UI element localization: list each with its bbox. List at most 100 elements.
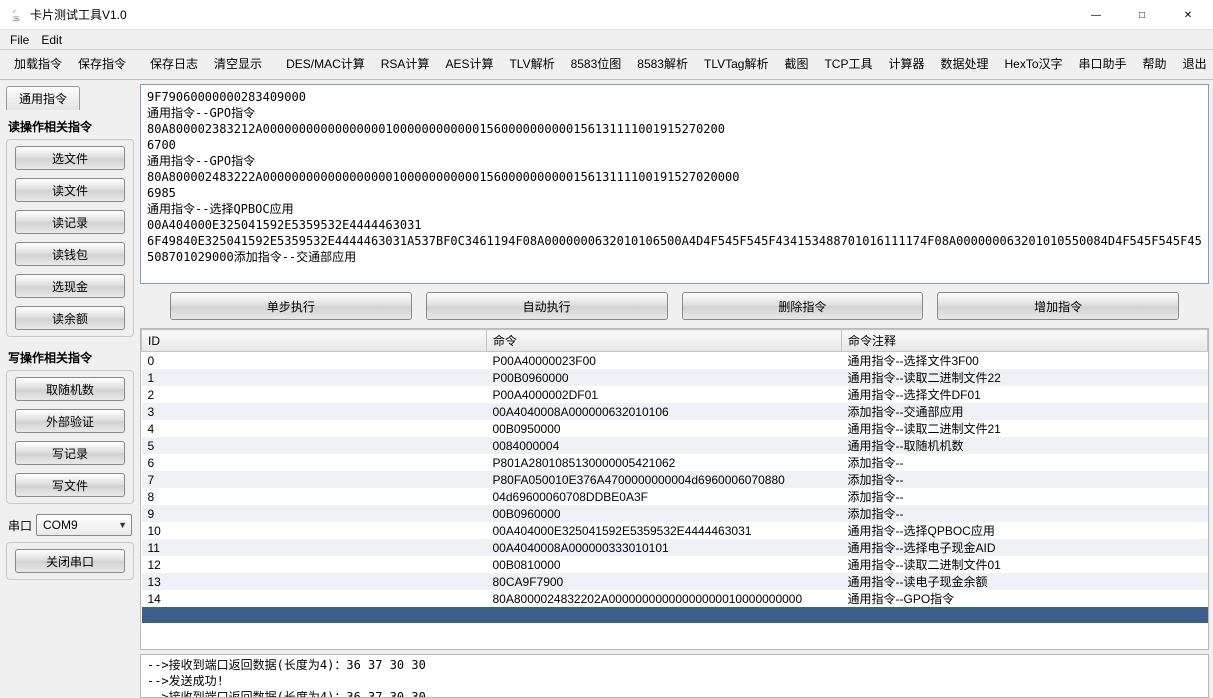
table-row[interactable]: 7P80FA050010E376A4700000000004d696000607… [142,471,1208,488]
cell-cmd: 80CA9F7900 [487,573,842,590]
tb-exit[interactable]: 退出 [1175,52,1213,75]
cell-note: 添加指令--交通部应用 [842,403,1208,420]
cell-cmd: P80FA050010E376A4700000000004d6960006070… [487,471,842,488]
tb-tcp[interactable]: TCP工具 [816,52,880,75]
th-id[interactable]: ID [142,330,487,352]
io-log[interactable]: -->接收到端口返回数据(长度为4)：36 37 30 30 -->发送成功! … [140,654,1209,698]
cell-cmd: P801A2801085130000005421062 [487,454,842,471]
tb-hexhan[interactable]: HexTo汉字 [997,52,1071,75]
window-controls: — □ ✕ [1073,0,1211,29]
table-row[interactable]: 1P00B0960000通用指令--读取二进制文件22 [142,369,1208,386]
cell-id: 10 [142,522,487,539]
table-row[interactable]: 1200B0810000通用指令--读取二进制文件01 [142,556,1208,573]
btn-write-record[interactable]: 写记录 [15,441,125,465]
read-group: 选文件 读文件 读记录 读钱包 选现金 读余额 [6,139,134,337]
cell-note: 通用指令--取随机机数 [842,437,1208,454]
window-title: 卡片测试工具V1.0 [30,6,1073,23]
tb-clear[interactable]: 清空显示 [206,52,270,75]
tb-save[interactable]: 保存指令 [70,52,134,75]
cell-cmd: P00A4000002DF01 [487,386,842,403]
tb-bitmap[interactable]: 8583位图 [563,52,630,75]
tab-common-cmd[interactable]: 通用指令 [6,86,80,110]
tb-shot[interactable]: 截图 [776,52,816,75]
log-textarea[interactable]: 9F79060000000283409000 通用指令--GPO指令 80A80… [140,84,1209,284]
port-combo[interactable]: COM9 ▼ [36,514,132,536]
btn-add[interactable]: 增加指令 [937,292,1179,320]
cell-cmd: 0084000004 [487,437,842,454]
cell-id: 0 [142,352,487,370]
cell-cmd: 00B0810000 [487,556,842,573]
th-cmd[interactable]: 命令 [487,330,842,352]
btn-select-file[interactable]: 选文件 [15,146,125,170]
cell-cmd: 00B0950000 [487,420,842,437]
tb-rsa[interactable]: RSA计算 [373,52,438,75]
tb-tlvtag[interactable]: TLVTag解析 [696,52,776,75]
right-column: 9F79060000000283409000 通用指令--GPO指令 80A80… [140,80,1213,698]
table-row[interactable]: 6P801A2801085130000005421062添加指令-- [142,454,1208,471]
cell-note: 通用指令--选择电子现金AID [842,539,1208,556]
btn-delete[interactable]: 删除指令 [682,292,924,320]
cell-id: 4 [142,420,487,437]
write-group: 取随机数 外部验证 写记录 写文件 [6,370,134,504]
th-note[interactable]: 命令注释 [842,330,1208,352]
cell-note: 通用指令--选择文件DF01 [842,386,1208,403]
port-close-group: 关闭串口 [6,542,134,580]
tb-aes[interactable]: AES计算 [437,52,501,75]
toolbar: 加载指令 保存指令 保存日志 清空显示 DES/MAC计算 RSA计算 AES计… [0,50,1213,80]
tb-desmac[interactable]: DES/MAC计算 [278,52,373,75]
table-row[interactable]: 1000A404000E325041592E5359532E4444463031… [142,522,1208,539]
table-row[interactable]: 50084000004通用指令--取随机机数 [142,437,1208,454]
cell-note: 添加指令-- [842,488,1208,505]
tb-calc[interactable]: 计算器 [880,52,932,75]
command-table[interactable]: ID 命令 命令注释 0P00A40000023F00通用指令--选择文件3F0… [140,328,1209,650]
cell-id: 3 [142,403,487,420]
tb-serial[interactable]: 串口助手 [1071,52,1135,75]
tb-dataproc[interactable]: 数据处理 [933,52,997,75]
tb-8583[interactable]: 8583解析 [629,52,696,75]
cell-note: 通用指令--读取二进制文件21 [842,420,1208,437]
minimize-button[interactable]: — [1073,0,1119,30]
tb-savelog[interactable]: 保存日志 [142,52,206,75]
table-row[interactable]: 900B0960000添加指令-- [142,505,1208,522]
btn-read-wallet[interactable]: 读钱包 [15,242,125,266]
btn-select-cash[interactable]: 选现金 [15,274,125,298]
table-row-selected[interactable] [142,607,1208,623]
btn-ext-auth[interactable]: 外部验证 [15,409,125,433]
btn-auto[interactable]: 自动执行 [426,292,668,320]
table-row[interactable]: 804d69600060708DDBE0A3F添加指令-- [142,488,1208,505]
table-row[interactable]: 1480A8000024832202A000000000000000000100… [142,590,1208,607]
table-row[interactable]: 1100A4040008A000000333010101通用指令--选择电子现金… [142,539,1208,556]
btn-read-balance[interactable]: 读余额 [15,306,125,330]
menu-file[interactable]: File [4,33,35,47]
btn-read-file[interactable]: 读文件 [15,178,125,202]
maximize-button[interactable]: □ [1119,0,1165,30]
btn-random[interactable]: 取随机数 [15,377,125,401]
cell-id: 7 [142,471,487,488]
table-row[interactable]: 400B0950000通用指令--读取二进制文件21 [142,420,1208,437]
tb-help[interactable]: 帮助 [1135,52,1175,75]
read-group-title: 读操作相关指令 [2,112,138,137]
cell-note: 通用指令--读取二进制文件22 [842,369,1208,386]
table-row[interactable]: 300A4040008A000000632010106添加指令--交通部应用 [142,403,1208,420]
cell-cmd: 04d69600060708DDBE0A3F [487,488,842,505]
table-row[interactable]: 2P00A4000002DF01通用指令--选择文件DF01 [142,386,1208,403]
cell-note: 添加指令-- [842,505,1208,522]
btn-close-port[interactable]: 关闭串口 [15,549,125,573]
btn-read-record[interactable]: 读记录 [15,210,125,234]
tb-load[interactable]: 加载指令 [6,52,70,75]
port-label: 串口 [8,517,32,534]
cell-id: 9 [142,505,487,522]
cell-note: 添加指令-- [842,471,1208,488]
table-row[interactable]: 0P00A40000023F00通用指令--选择文件3F00 [142,352,1208,370]
close-button[interactable]: ✕ [1165,0,1211,30]
titlebar: 卡片测试工具V1.0 — □ ✕ [0,0,1213,30]
menu-edit[interactable]: Edit [35,33,68,47]
btn-write-file[interactable]: 写文件 [15,473,125,497]
cell-note: 通用指令--选择文件3F00 [842,352,1208,370]
sidebar: 通用指令 读操作相关指令 选文件 读文件 读记录 读钱包 选现金 读余额 写操作… [0,80,140,698]
tb-tlv[interactable]: TLV解析 [501,52,562,75]
cell-cmd: 00A4040008A000000632010106 [487,403,842,420]
table-row[interactable]: 1380CA9F7900通用指令--读电子现金余额 [142,573,1208,590]
btn-step[interactable]: 单步执行 [170,292,412,320]
cell-note: 添加指令-- [842,454,1208,471]
